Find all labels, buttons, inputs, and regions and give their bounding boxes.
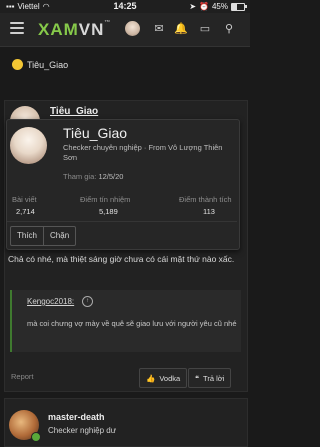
stat-label-reputation: Điểm tín nhiệm: [80, 195, 131, 204]
follow-button[interactable]: Thích: [11, 227, 43, 245]
notifications-icon[interactable]: 🔔: [174, 22, 188, 36]
battery-icon: [231, 2, 247, 11]
status-right: ➤ ⏰ 45%: [189, 2, 247, 11]
tooltip-avatar[interactable]: [10, 127, 47, 164]
bookmark-icon[interactable]: ▭: [198, 22, 212, 36]
stat-label-achievements: Điểm thành tích: [179, 195, 232, 204]
joined-label: Tham gia:: [63, 172, 97, 181]
vodka-label: Vodka: [159, 373, 181, 383]
tooltip-actions: Thích Chặn: [10, 226, 77, 246]
next-post-title: Checker nghiệp dư: [48, 426, 117, 435]
mention-username: Tiêu_Giao: [27, 59, 69, 70]
location-icon: ➤: [189, 2, 197, 11]
emoji-icon: [12, 59, 23, 70]
next-post-author[interactable]: master-death: [48, 412, 105, 422]
stat-value-reputation: 5,189: [99, 207, 118, 216]
ignore-button[interactable]: Chặn: [43, 227, 75, 245]
tooltip-user-title: Checker chuyên nghiệp · From Vô Lượng Th…: [63, 143, 223, 162]
next-post-card: [4, 398, 248, 447]
tooltip-username[interactable]: Tiêu_Giao: [63, 125, 127, 141]
stat-value-achievements: 113: [203, 207, 215, 216]
inbox-icon[interactable]: ✉: [152, 22, 166, 36]
alarm-icon: ⏰: [199, 2, 209, 11]
stat-label-posts: Bài viết: [12, 195, 37, 204]
user-avatar[interactable]: [125, 21, 140, 36]
online-status-icon: [31, 432, 41, 442]
app-header: XAMVN™ ✉ 🔔 ▭ ⚲: [0, 13, 250, 47]
menu-icon[interactable]: [10, 22, 24, 34]
post-author-name[interactable]: Tiêu_Giao: [50, 106, 98, 117]
tooltip-joined: Tham gia: 12/5/20: [63, 172, 123, 181]
search-icon[interactable]: ⚲: [222, 22, 236, 36]
post-body: Chả có nhé, mà thiệt sáng giờ chưa có cá…: [8, 254, 235, 264]
status-bar: ▪▪▪ Viettel ◠ 14:25 ➤ ⏰ 45%: [0, 0, 250, 13]
reply-icon: ❝: [195, 373, 200, 383]
mention-row[interactable]: Tiêu_Giao: [12, 59, 68, 70]
quote-author[interactable]: Kengoc2018:: [27, 297, 74, 306]
site-logo[interactable]: XAMVN™: [38, 20, 111, 40]
vodka-button[interactable]: 👍 Vodka: [139, 368, 188, 388]
thumbs-up-icon: 👍: [146, 373, 156, 383]
battery-percent: 45%: [211, 2, 228, 11]
stat-value-posts: 2,714: [16, 207, 35, 216]
reply-button[interactable]: ❝ Trả lời: [188, 368, 232, 388]
quote-text: mà coi chưng vợ mày về quê sẽ giao lưu v…: [27, 319, 237, 328]
tooltip-divider: [7, 221, 237, 222]
reply-label: Trả lời: [203, 373, 225, 383]
report-link[interactable]: Report: [11, 372, 34, 381]
joined-date: 12/5/20: [98, 172, 124, 181]
quote-jump-icon[interactable]: ↑: [82, 296, 93, 307]
